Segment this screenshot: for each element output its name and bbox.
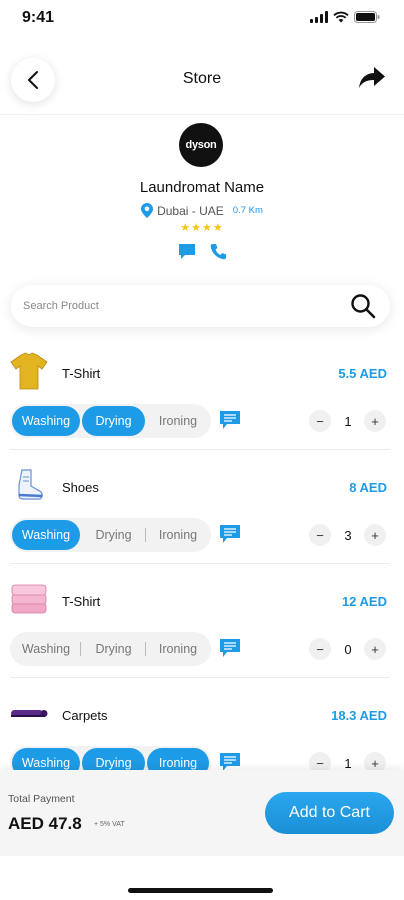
wifi-icon [333, 11, 349, 23]
phone-icon[interactable] [210, 243, 226, 260]
quantity-minus-button[interactable]: − [309, 638, 331, 660]
product-price: 18.3 AED [331, 708, 387, 723]
quantity-plus-button[interactable]: + [364, 410, 386, 432]
status-icons [310, 11, 380, 23]
quantity-value: 0 [344, 642, 352, 657]
search-input[interactable] [23, 285, 343, 327]
service-washing[interactable]: Washing [12, 520, 80, 550]
search-icon[interactable] [350, 293, 376, 319]
service-washing[interactable]: Washing [12, 406, 80, 436]
page-title: Store [182, 70, 222, 87]
product-name: T-Shirt [62, 594, 101, 609]
distance-text: 0.7 Km [232, 205, 263, 216]
search-bar [11, 285, 390, 327]
share-arrow-icon [359, 67, 385, 88]
note-icon[interactable] [219, 752, 241, 772]
contact-actions [0, 243, 404, 260]
quantity-minus-button[interactable]: − [309, 410, 331, 432]
tshirt-yellow-image [9, 351, 49, 391]
note-icon[interactable] [219, 638, 241, 658]
quantity-value: 3 [344, 528, 352, 543]
quantity-value: 1 [344, 414, 352, 429]
chat-icon[interactable] [178, 243, 196, 260]
location-text: Dubai - UAE [157, 203, 224, 218]
app-header: Store [0, 48, 404, 112]
service-drying[interactable]: Drying [80, 634, 145, 664]
row-divider [10, 677, 390, 678]
status-time: 9:41 [22, 9, 55, 26]
status-bar: 9:41 [0, 0, 404, 40]
add-to-cart-button[interactable]: Add to Cart [265, 792, 394, 834]
product-item: T-Shirt 5.5 AED Washing Drying Ironing −… [0, 350, 404, 464]
product-item: Shoes 8 AED Washing Drying Ironing − 3 + [0, 464, 404, 578]
location-pin-icon [141, 203, 154, 218]
note-icon[interactable] [219, 410, 241, 430]
store-name: Laundromat Name [139, 179, 265, 196]
product-name: Carpets [62, 708, 108, 723]
service-options: Washing Drying Ironing [10, 632, 211, 666]
checkout-bar: Total Payment AED 47.8 + 5% VAT Add to C… [0, 770, 404, 856]
service-drying[interactable]: Drying [82, 406, 145, 436]
product-name: Shoes [62, 480, 99, 495]
battery-icon [354, 11, 380, 23]
service-drying[interactable]: Drying [82, 520, 145, 550]
service-options: Washing Drying Ironing [10, 404, 211, 438]
product-price: 5.5 AED [338, 366, 387, 381]
towels-pink-image [9, 579, 49, 619]
vat-note: + 5% VAT [94, 821, 125, 828]
quantity-value: 1 [344, 756, 352, 771]
store-location: Dubai - UAE 0.7 Km [0, 203, 404, 218]
product-item: T-Shirt 12 AED Washing Drying Ironing − … [0, 578, 404, 692]
home-area [0, 856, 404, 900]
carpet-roll-image [9, 693, 49, 733]
store-logo: dyson [179, 123, 223, 167]
quantity-plus-button[interactable]: + [364, 524, 386, 546]
share-button[interactable] [358, 66, 388, 94]
service-washing[interactable]: Washing [12, 634, 80, 664]
rating-stars: ★★★★ [180, 222, 224, 234]
signal-icon [310, 11, 328, 23]
service-ironing[interactable]: Ironing [147, 406, 209, 436]
product-name: T-Shirt [62, 366, 101, 381]
total-amount: AED 47.8 [8, 814, 82, 833]
product-price: 12 AED [341, 594, 387, 609]
note-icon[interactable] [219, 524, 241, 544]
quantity-minus-button[interactable]: − [309, 524, 331, 546]
product-price: 8 AED [349, 480, 387, 495]
header-divider [0, 114, 404, 115]
service-options: Washing Drying Ironing [10, 518, 211, 552]
row-divider [10, 449, 390, 450]
service-ironing[interactable]: Ironing [145, 520, 209, 550]
total-label: Total Payment [8, 793, 75, 805]
shoes-image [9, 465, 49, 505]
home-indicator[interactable] [128, 888, 273, 893]
row-divider [10, 563, 390, 564]
service-ironing[interactable]: Ironing [145, 634, 209, 664]
quantity-plus-button[interactable]: + [364, 638, 386, 660]
